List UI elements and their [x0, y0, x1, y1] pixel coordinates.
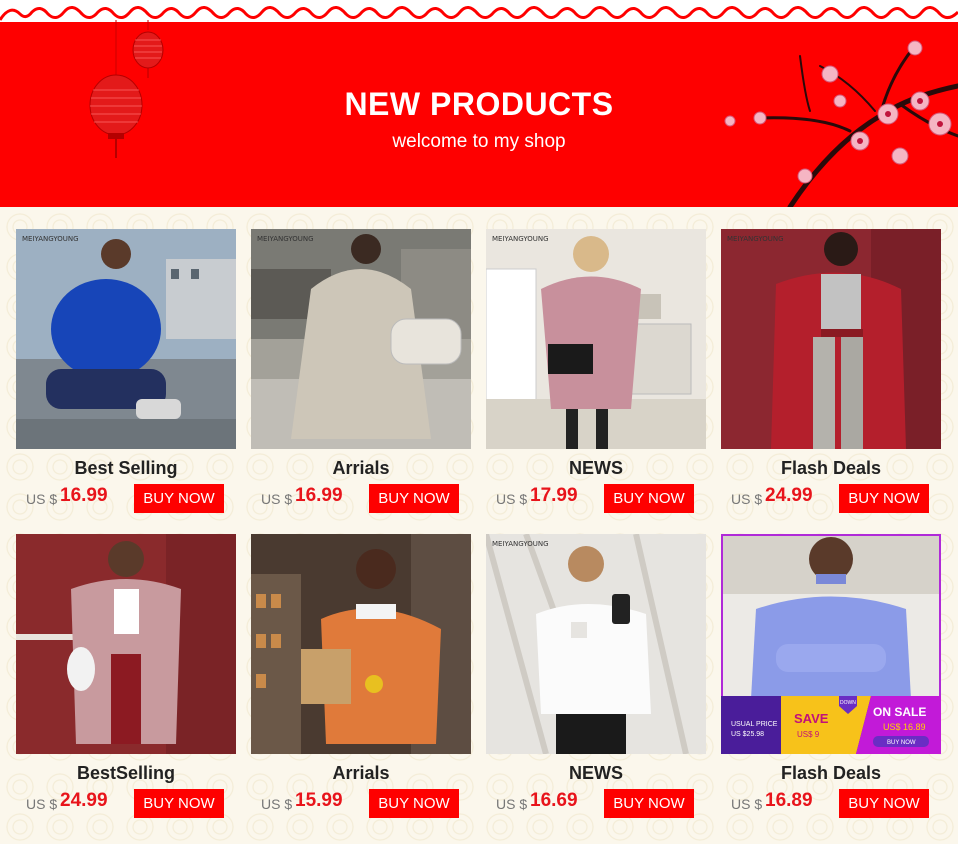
price-row: US $ 17.99 BUY NOW [486, 483, 706, 515]
product-image[interactable] [16, 534, 236, 754]
buy-now-button[interactable]: BUY NOW [604, 789, 694, 818]
price-value: 16.69 [530, 790, 578, 811]
price-row: US $ 24.99 BUY NOW [721, 483, 941, 515]
product-name: Arrials [332, 763, 390, 783]
currency-label: US $ [496, 796, 528, 812]
price-row: US $ 24.99 BUY NOW [16, 788, 236, 820]
down-label: DOWN [840, 700, 856, 706]
price-row: US $ 16.89 BUY NOW [721, 788, 941, 820]
product-image[interactable]: MEIYANGYOUNG [486, 534, 706, 754]
product-card[interactable]: Arrials US $ 15.99 BUY NOW [251, 534, 471, 820]
product-image[interactable]: MEIYANGYOUNG [251, 229, 471, 449]
buy-now-button[interactable]: BUY NOW [604, 484, 694, 513]
save-label: SAVE [794, 711, 829, 726]
currency-label: US $ [261, 491, 293, 507]
sale-badge: USUAL PRICE US $25.98 SAVE US$ 9 DOWN ON… [721, 696, 941, 754]
currency-label: US $ [261, 796, 293, 812]
product-image[interactable] [251, 534, 471, 754]
buy-now-button[interactable]: BUY NOW [839, 484, 929, 513]
currency-label: US $ [496, 491, 528, 507]
brand-watermark: MEIYANGYOUNG [492, 235, 549, 243]
product-image[interactable]: MEIYANGYOUNG [721, 229, 941, 449]
price-value: 24.99 [60, 790, 108, 811]
buy-now-button[interactable]: BUY NOW [134, 789, 224, 818]
price-row: US $ 16.99 BUY NOW [251, 483, 471, 515]
product-card[interactable]: BestSelling US $ 24.99 BUY NOW [16, 534, 236, 820]
price-value: 17.99 [530, 485, 578, 506]
price-row: US $ 16.69 BUY NOW [486, 788, 706, 820]
product-card[interactable]: MEIYANGYOUNG Arrials US $ 16.99 BUY NOW [251, 229, 471, 515]
product-card[interactable]: USUAL PRICE US $25.98 SAVE US$ 9 DOWN ON… [721, 534, 941, 820]
product-card[interactable]: MEIYANGYOUNG NEWS US $ 16.69 BUY NOW [486, 534, 706, 820]
brand-watermark: MEIYANGYOUNG [257, 235, 314, 243]
brand-watermark: MEIYANGYOUNG [492, 540, 549, 548]
product-name: Arrials [332, 458, 390, 478]
product-name: NEWS [569, 763, 623, 783]
product-name: Flash Deals [780, 763, 882, 783]
price-row: US $ 16.99 BUY NOW [16, 483, 236, 515]
product-card[interactable]: MEIYANGYOUNG NEWS US $ 17.99 BUY NOW [486, 229, 706, 515]
price-value: 16.99 [295, 485, 343, 506]
buy-now-button[interactable]: BUY NOW [134, 484, 224, 513]
usual-price-value: US $25.98 [731, 731, 764, 738]
price-value: 16.89 [765, 790, 813, 811]
sale-price: US$ 16.89 [883, 722, 926, 732]
on-sale-label: ON SALE [873, 705, 926, 719]
brand-watermark: MEIYANGYOUNG [22, 235, 79, 243]
product-name: BestSelling [76, 763, 176, 783]
product-image[interactable]: MEIYANGYOUNG [486, 229, 706, 449]
price-value: 16.99 [60, 485, 108, 506]
product-name: Best Selling [74, 458, 178, 478]
save-amount: US$ 9 [797, 730, 820, 739]
currency-label: US $ [731, 796, 763, 812]
currency-label: US $ [26, 491, 58, 507]
product-name: Flash Deals [780, 458, 882, 478]
buy-now-button[interactable]: BUY NOW [369, 484, 459, 513]
sale-buy-now: BUY NOW [887, 740, 916, 746]
plum-blossom-decoration [700, 26, 958, 207]
product-image[interactable]: USUAL PRICE US $25.98 SAVE US$ 9 DOWN ON… [721, 534, 941, 754]
product-image[interactable]: MEIYANGYOUNG [16, 229, 236, 449]
buy-now-button[interactable]: BUY NOW [839, 789, 929, 818]
header-banner: NEW PRODUCTS welcome to my shop [0, 0, 958, 207]
brand-watermark: MEIYANGYOUNG [727, 235, 784, 243]
usual-price-label: USUAL PRICE [731, 721, 778, 728]
product-card[interactable]: MEIYANGYOUNG Flash Deals US $ 24.99 BUY … [721, 229, 941, 515]
buy-now-button[interactable]: BUY NOW [369, 789, 459, 818]
currency-label: US $ [26, 796, 58, 812]
currency-label: US $ [731, 491, 763, 507]
price-value: 24.99 [765, 485, 813, 506]
product-name: NEWS [569, 458, 623, 478]
product-card[interactable]: MEIYANGYOUNG Best Selling US $ 16.99 BUY… [16, 229, 236, 515]
price-value: 15.99 [295, 790, 343, 811]
price-row: US $ 15.99 BUY NOW [251, 788, 471, 820]
